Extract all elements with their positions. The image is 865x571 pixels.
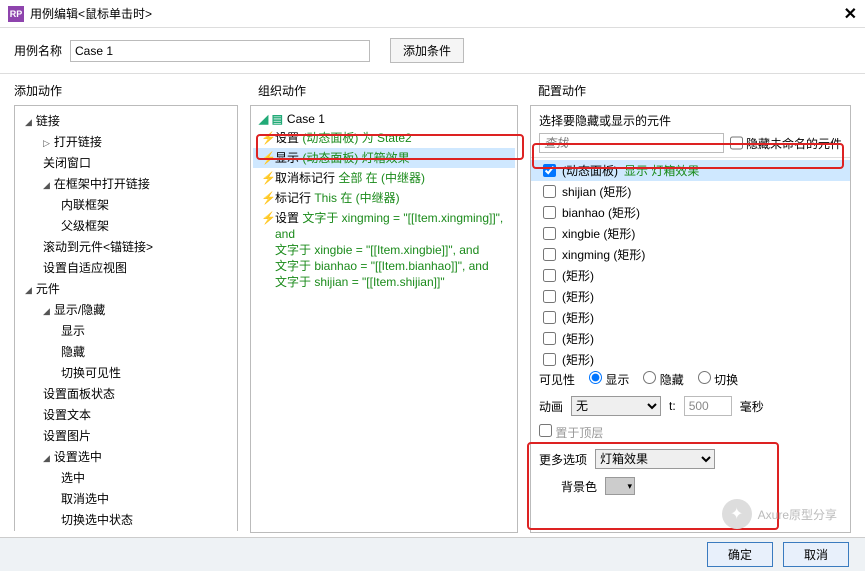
visibility-toggle-radio[interactable]: 切换 — [692, 371, 738, 388]
ok-button[interactable]: 确定 — [707, 542, 773, 567]
visibility-hide-radio[interactable]: 隐藏 — [637, 371, 683, 388]
add-action-header: 添加动作 — [0, 80, 244, 105]
list-item[interactable]: xingbie (矩形) — [531, 223, 850, 244]
action-unmark[interactable]: ⚡取消标记行 全部 在 (中继器) — [253, 168, 515, 188]
visibility-label: 可见性 — [539, 371, 575, 388]
action-show[interactable]: ⚡显示 (动态面板) 灯箱效果 — [253, 148, 515, 168]
tree-item[interactable]: 内联框架 — [15, 194, 237, 215]
tree-item[interactable]: 隐藏 — [15, 341, 237, 362]
action-mark[interactable]: ⚡标记行 This 在 (中继器) — [253, 188, 515, 208]
widget-list: (动态面板) 显示 灯箱效果 shijian (矩形) bianhao (矩形)… — [531, 157, 850, 367]
tree-item[interactable]: 设置面板状态 — [15, 383, 237, 404]
tree-item[interactable]: 取消选中 — [15, 488, 237, 509]
list-item[interactable]: (矩形) — [531, 307, 850, 328]
tree-item[interactable]: 关闭窗口 — [15, 152, 237, 173]
t-label: t: — [669, 399, 676, 413]
more-options-select[interactable]: 灯箱效果 — [595, 449, 715, 469]
tree-item[interactable]: 设置列表选中项 — [15, 530, 237, 531]
tree-item[interactable]: 设置图片 — [15, 425, 237, 446]
tree-item[interactable]: 切换选中状态 — [15, 509, 237, 530]
list-item[interactable]: (矩形) — [531, 286, 850, 307]
add-condition-button[interactable]: 添加条件 — [390, 38, 464, 63]
animation-label: 动画 — [539, 398, 563, 415]
action-set-text[interactable]: ⚡设置 文字于 xingming = "[[Item.xingming]]", … — [253, 208, 515, 292]
tree-item[interactable]: 设置选中 — [15, 446, 237, 467]
animation-select[interactable]: 无 — [571, 396, 661, 416]
list-item[interactable]: bianhao (矩形) — [531, 202, 850, 223]
tree-item[interactable]: 滚动到元件<锚链接> — [15, 236, 237, 257]
search-input[interactable] — [539, 133, 724, 153]
tree-item[interactable]: 设置文本 — [15, 404, 237, 425]
ms-label: 毫秒 — [740, 398, 764, 415]
list-item[interactable]: xingming (矩形) — [531, 244, 850, 265]
tree-item[interactable]: 切换可见性 — [15, 362, 237, 383]
case-name-input[interactable] — [70, 40, 370, 62]
select-widget-label: 选择要隐藏或显示的元件 — [531, 106, 850, 133]
window-title: 用例编辑<鼠标单击时> — [30, 5, 844, 22]
tree-item[interactable]: 设置自适应视图 — [15, 257, 237, 278]
list-item[interactable]: (矩形) — [531, 349, 850, 367]
tree-item[interactable]: 打开链接 — [15, 131, 237, 152]
tree-item[interactable]: 显示 — [15, 320, 237, 341]
case-title[interactable]: ◢ ▤Case 1 — [253, 110, 515, 128]
bring-to-front-checkbox[interactable]: 置于顶层 — [539, 424, 603, 441]
bg-color-picker[interactable] — [605, 477, 635, 495]
tree-group-link[interactable]: 链接 — [15, 110, 237, 131]
list-item[interactable]: (动态面板) 显示 灯箱效果 — [531, 160, 850, 181]
app-icon: RP — [8, 6, 24, 22]
organize-action-header: 组织动作 — [244, 80, 524, 105]
list-item[interactable]: (矩形) — [531, 265, 850, 286]
configure-action-header: 配置动作 — [524, 80, 865, 105]
tree-item[interactable]: 选中 — [15, 467, 237, 488]
tree-item[interactable]: 在框架中打开链接 — [15, 173, 237, 194]
duration-input[interactable] — [684, 396, 732, 416]
tree-group-widget[interactable]: 元件 — [15, 278, 237, 299]
action-set-panel[interactable]: ⚡设置 (动态面板) 为 State2 — [253, 128, 515, 148]
list-item[interactable]: (矩形) — [531, 328, 850, 349]
more-options-label: 更多选项 — [539, 451, 587, 468]
hide-unnamed-checkbox[interactable]: 隐藏未命名的元件 — [730, 133, 842, 153]
visibility-show-radio[interactable]: 显示 — [583, 371, 629, 388]
tree-item[interactable]: 显示/隐藏 — [15, 299, 237, 320]
cancel-button[interactable]: 取消 — [783, 542, 849, 567]
bg-color-label: 背景色 — [561, 478, 597, 495]
tree-item[interactable]: 父级框架 — [15, 215, 237, 236]
case-name-label: 用例名称 — [14, 42, 62, 59]
close-icon[interactable]: ✕ — [844, 4, 857, 24]
list-item[interactable]: shijian (矩形) — [531, 181, 850, 202]
